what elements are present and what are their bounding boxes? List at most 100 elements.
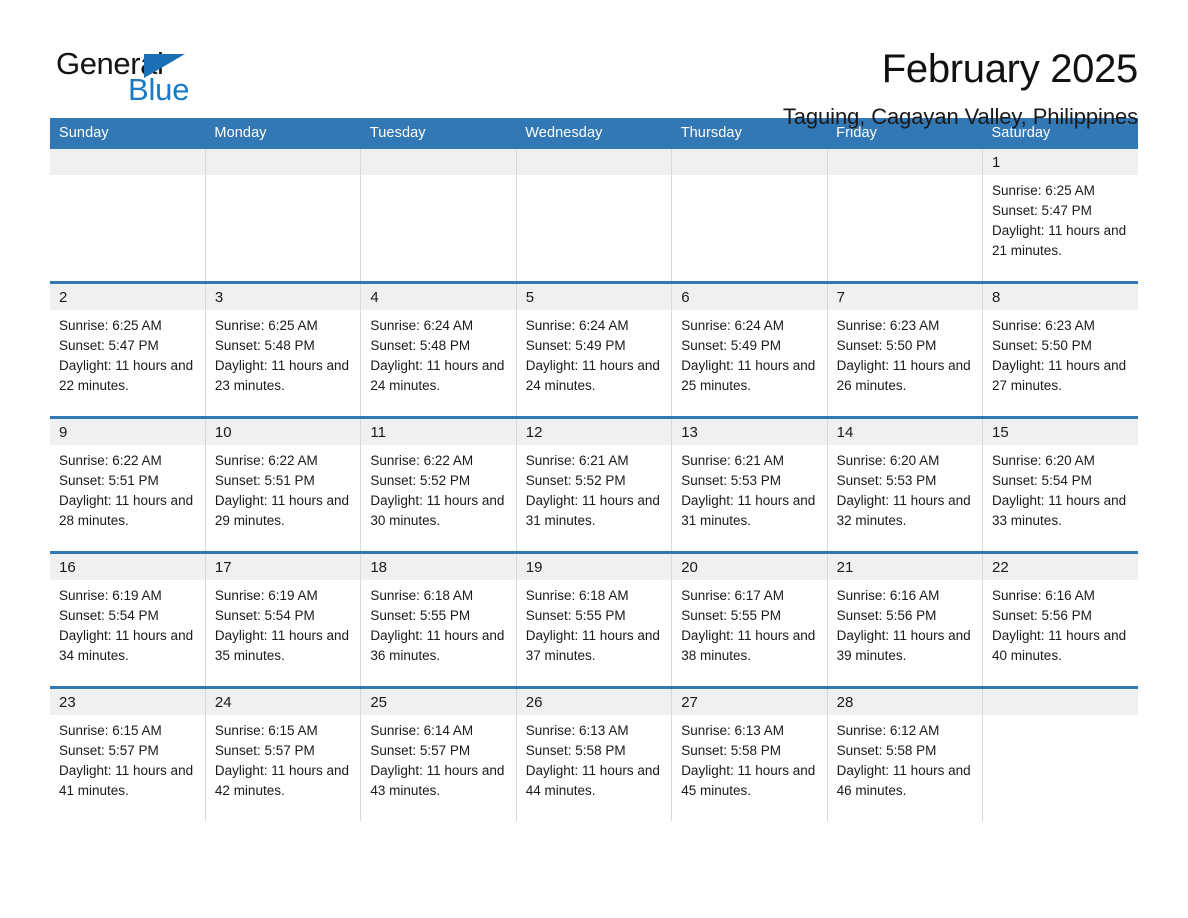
- day-cell-inner: 14 Sunrise: 6:20 AM Sunset: 5:53 PM Dayligh…: [827, 419, 983, 551]
- daylight-text: Daylight: 11 hours and 36 minutes.: [370, 628, 505, 663]
- day-number: 1: [983, 149, 1138, 175]
- day-cell-inner: [50, 149, 205, 281]
- calendar-day-cell[interactable]: 12 Sunrise: 6:21 AM Sunset: 5:52 PM Dayligh…: [516, 416, 673, 553]
- daylight-text: Daylight: 11 hours and 42 minutes.: [214, 763, 350, 798]
- calendar-week-row: 1 Sunrise: 6:25 AM Sunset: 5:47 PM Daylight…: [50, 149, 1138, 283]
- calendar-day-cell[interactable]: 23 Sunrise: 6:15 AM Sunset: 5:57 PM Dayligh…: [50, 686, 206, 821]
- sunrise-text: Sunrise: 6:25 AM: [992, 183, 1095, 198]
- day-cell-inner: 7 Sunrise: 6:23 AM Sunset: 5:50 PM Daylight…: [827, 284, 983, 416]
- day-details: Sunrise: 6:13 AM Sunset: 5:58 PM Daylight:…: [517, 715, 671, 801]
- daylight-text: Daylight: 11 hours and 38 minutes.: [681, 628, 816, 663]
- day-cell-inner: 9 Sunrise: 6:22 AM Sunset: 5:51 PM Daylight…: [50, 419, 205, 551]
- day-number: [205, 149, 361, 175]
- day-number: 16: [50, 554, 205, 580]
- day-number: [361, 149, 516, 175]
- sunrise-text: Sunrise: 6:18 AM: [525, 588, 629, 603]
- sunrise-text: Sunrise: 6:25 AM: [59, 318, 162, 333]
- calendar-day-cell[interactable]: 9 Sunrise: 6:22 AM Sunset: 5:51 PM Daylight…: [50, 416, 206, 553]
- calendar-day-cell[interactable]: 27 Sunrise: 6:13 AM Sunset: 5:58 PM Dayligh…: [671, 686, 828, 821]
- calendar-day-cell[interactable]: 6 Sunrise: 6:24 AM Sunset: 5:49 PM Daylight…: [671, 281, 828, 418]
- calendar-cell-empty: [50, 149, 206, 283]
- calendar-day-cell[interactable]: 24 Sunrise: 6:15 AM Sunset: 5:57 PM Dayligh…: [205, 686, 362, 821]
- calendar-day-cell[interactable]: 1 Sunrise: 6:25 AM Sunset: 5:47 PM Daylight…: [982, 149, 1138, 283]
- day-cell-inner: 19 Sunrise: 6:18 AM Sunset: 5:55 PM Dayligh…: [516, 554, 672, 686]
- day-number: 22: [983, 554, 1138, 580]
- day-cell-inner: 16 Sunrise: 6:19 AM Sunset: 5:54 PM Dayligh…: [50, 554, 205, 686]
- calendar-day-cell[interactable]: 16 Sunrise: 6:19 AM Sunset: 5:54 PM Dayligh…: [50, 551, 206, 688]
- calendar-day-cell[interactable]: 11 Sunrise: 6:22 AM Sunset: 5:52 PM Dayligh…: [360, 416, 517, 553]
- calendar-cell-empty: [360, 149, 517, 283]
- sunrise-text: Sunrise: 6:14 AM: [370, 723, 474, 738]
- sunset-text: Sunset: 5:55 PM: [370, 608, 471, 623]
- sunset-text: Sunset: 5:54 PM: [214, 608, 315, 623]
- day-number: 23: [50, 689, 205, 715]
- calendar-day-cell[interactable]: 18 Sunrise: 6:18 AM Sunset: 5:55 PM Dayligh…: [360, 551, 517, 688]
- sunset-text: Sunset: 5:49 PM: [681, 338, 781, 353]
- sunrise-text: Sunrise: 6:17 AM: [681, 588, 784, 603]
- calendar-day-cell[interactable]: 4 Sunrise: 6:24 AM Sunset: 5:48 PM Daylight…: [360, 281, 517, 418]
- day-details: Sunrise: 6:24 AM Sunset: 5:49 PM Daylight:…: [672, 310, 826, 396]
- day-cell-inner: 3 Sunrise: 6:25 AM Sunset: 5:48 PM Daylight…: [205, 284, 361, 416]
- calendar-day-cell[interactable]: 15 Sunrise: 6:20 AM Sunset: 5:54 PM Dayligh…: [982, 416, 1138, 553]
- calendar-day-cell[interactable]: 2 Sunrise: 6:25 AM Sunset: 5:47 PM Daylight…: [50, 281, 206, 418]
- calendar-day-cell[interactable]: 26 Sunrise: 6:13 AM Sunset: 5:58 PM Dayligh…: [516, 686, 673, 821]
- day-details: Sunrise: 6:25 AM Sunset: 5:48 PM Daylight:…: [206, 310, 360, 396]
- day-cell-inner: 5 Sunrise: 6:24 AM Sunset: 5:49 PM Daylight…: [516, 284, 672, 416]
- sunset-text: Sunset: 5:58 PM: [525, 743, 626, 758]
- day-details: Sunrise: 6:20 AM Sunset: 5:54 PM Daylight:…: [983, 445, 1138, 531]
- title-block: February 2025 Taguing, Cagayan Valley, P…: [210, 48, 1138, 130]
- sunrise-text: Sunrise: 6:18 AM: [370, 588, 474, 603]
- day-details: Sunrise: 6:22 AM Sunset: 5:52 PM Daylight:…: [361, 445, 515, 531]
- sunset-text: Sunset: 5:57 PM: [370, 743, 471, 758]
- sunrise-text: Sunrise: 6:16 AM: [992, 588, 1095, 603]
- calendar-day-cell[interactable]: 25 Sunrise: 6:14 AM Sunset: 5:57 PM Dayligh…: [360, 686, 517, 821]
- day-number: 24: [205, 689, 361, 715]
- day-cell-inner: [672, 149, 827, 281]
- sunset-text: Sunset: 5:56 PM: [836, 608, 937, 623]
- calendar-day-cell[interactable]: 13 Sunrise: 6:21 AM Sunset: 5:53 PM Dayligh…: [671, 416, 828, 553]
- calendar-day-cell[interactable]: 10 Sunrise: 6:22 AM Sunset: 5:51 PM Dayligh…: [205, 416, 362, 553]
- day-number: 17: [205, 554, 361, 580]
- calendar-day-cell[interactable]: 3 Sunrise: 6:25 AM Sunset: 5:48 PM Daylight…: [205, 281, 362, 418]
- calendar-week-row: 16 Sunrise: 6:19 AM Sunset: 5:54 PM Dayligh…: [50, 551, 1138, 688]
- calendar-day-cell[interactable]: 17 Sunrise: 6:19 AM Sunset: 5:54 PM Dayligh…: [205, 551, 362, 688]
- day-number: 19: [516, 554, 672, 580]
- calendar-day-cell[interactable]: 5 Sunrise: 6:24 AM Sunset: 5:49 PM Daylight…: [516, 281, 673, 418]
- day-cell-inner: [983, 689, 1138, 821]
- day-number: [827, 149, 983, 175]
- calendar-day-cell[interactable]: 7 Sunrise: 6:23 AM Sunset: 5:50 PM Daylight…: [827, 281, 984, 418]
- day-details: Sunrise: 6:20 AM Sunset: 5:53 PM Daylight:…: [828, 445, 982, 531]
- day-cell-inner: 21 Sunrise: 6:16 AM Sunset: 5:56 PM Dayligh…: [827, 554, 983, 686]
- sunrise-text: Sunrise: 6:20 AM: [992, 453, 1095, 468]
- day-cell-inner: 22 Sunrise: 6:16 AM Sunset: 5:56 PM Dayligh…: [983, 554, 1138, 686]
- sunrise-text: Sunrise: 6:16 AM: [836, 588, 940, 603]
- calendar-day-cell[interactable]: 14 Sunrise: 6:20 AM Sunset: 5:53 PM Dayligh…: [827, 416, 984, 553]
- daylight-text: Daylight: 11 hours and 40 minutes.: [992, 628, 1127, 663]
- sunset-text: Sunset: 5:52 PM: [370, 473, 471, 488]
- day-details: Sunrise: 6:22 AM Sunset: 5:51 PM Daylight:…: [50, 445, 205, 531]
- generalblue-logo[interactable]: General Blue: [50, 48, 210, 110]
- calendar-cell-empty: [516, 149, 673, 283]
- day-number: 15: [983, 419, 1138, 445]
- sunrise-text: Sunrise: 6:15 AM: [59, 723, 162, 738]
- day-details: Sunrise: 6:13 AM Sunset: 5:58 PM Daylight:…: [672, 715, 826, 801]
- logo-text-blue: Blue: [128, 72, 190, 107]
- sunrise-text: Sunrise: 6:23 AM: [992, 318, 1095, 333]
- sunset-text: Sunset: 5:57 PM: [214, 743, 315, 758]
- calendar-day-cell[interactable]: 21 Sunrise: 6:16 AM Sunset: 5:56 PM Dayligh…: [827, 551, 984, 688]
- daylight-text: Daylight: 11 hours and 45 minutes.: [681, 763, 816, 798]
- calendar-day-cell[interactable]: 8 Sunrise: 6:23 AM Sunset: 5:50 PM Daylight…: [982, 281, 1138, 418]
- calendar-day-cell[interactable]: 19 Sunrise: 6:18 AM Sunset: 5:55 PM Dayligh…: [516, 551, 673, 688]
- sunrise-text: Sunrise: 6:22 AM: [370, 453, 474, 468]
- calendar-day-cell[interactable]: 28 Sunrise: 6:12 AM Sunset: 5:58 PM Dayligh…: [827, 686, 984, 821]
- calendar-week-row: 9 Sunrise: 6:22 AM Sunset: 5:51 PM Daylight…: [50, 416, 1138, 553]
- day-cell-inner: 11 Sunrise: 6:22 AM Sunset: 5:52 PM Dayligh…: [361, 419, 516, 551]
- daylight-text: Daylight: 11 hours and 39 minutes.: [836, 628, 971, 663]
- calendar-day-cell[interactable]: 20 Sunrise: 6:17 AM Sunset: 5:55 PM Dayligh…: [671, 551, 828, 688]
- day-number: 7: [827, 284, 983, 310]
- calendar-day-cell[interactable]: 22 Sunrise: 6:16 AM Sunset: 5:56 PM Dayligh…: [982, 551, 1138, 688]
- day-details: Sunrise: 6:15 AM Sunset: 5:57 PM Daylight:…: [50, 715, 205, 801]
- daylight-text: Daylight: 11 hours and 31 minutes.: [525, 493, 660, 528]
- sunrise-text: Sunrise: 6:19 AM: [59, 588, 162, 603]
- day-details: Sunrise: 6:17 AM Sunset: 5:55 PM Daylight:…: [672, 580, 826, 666]
